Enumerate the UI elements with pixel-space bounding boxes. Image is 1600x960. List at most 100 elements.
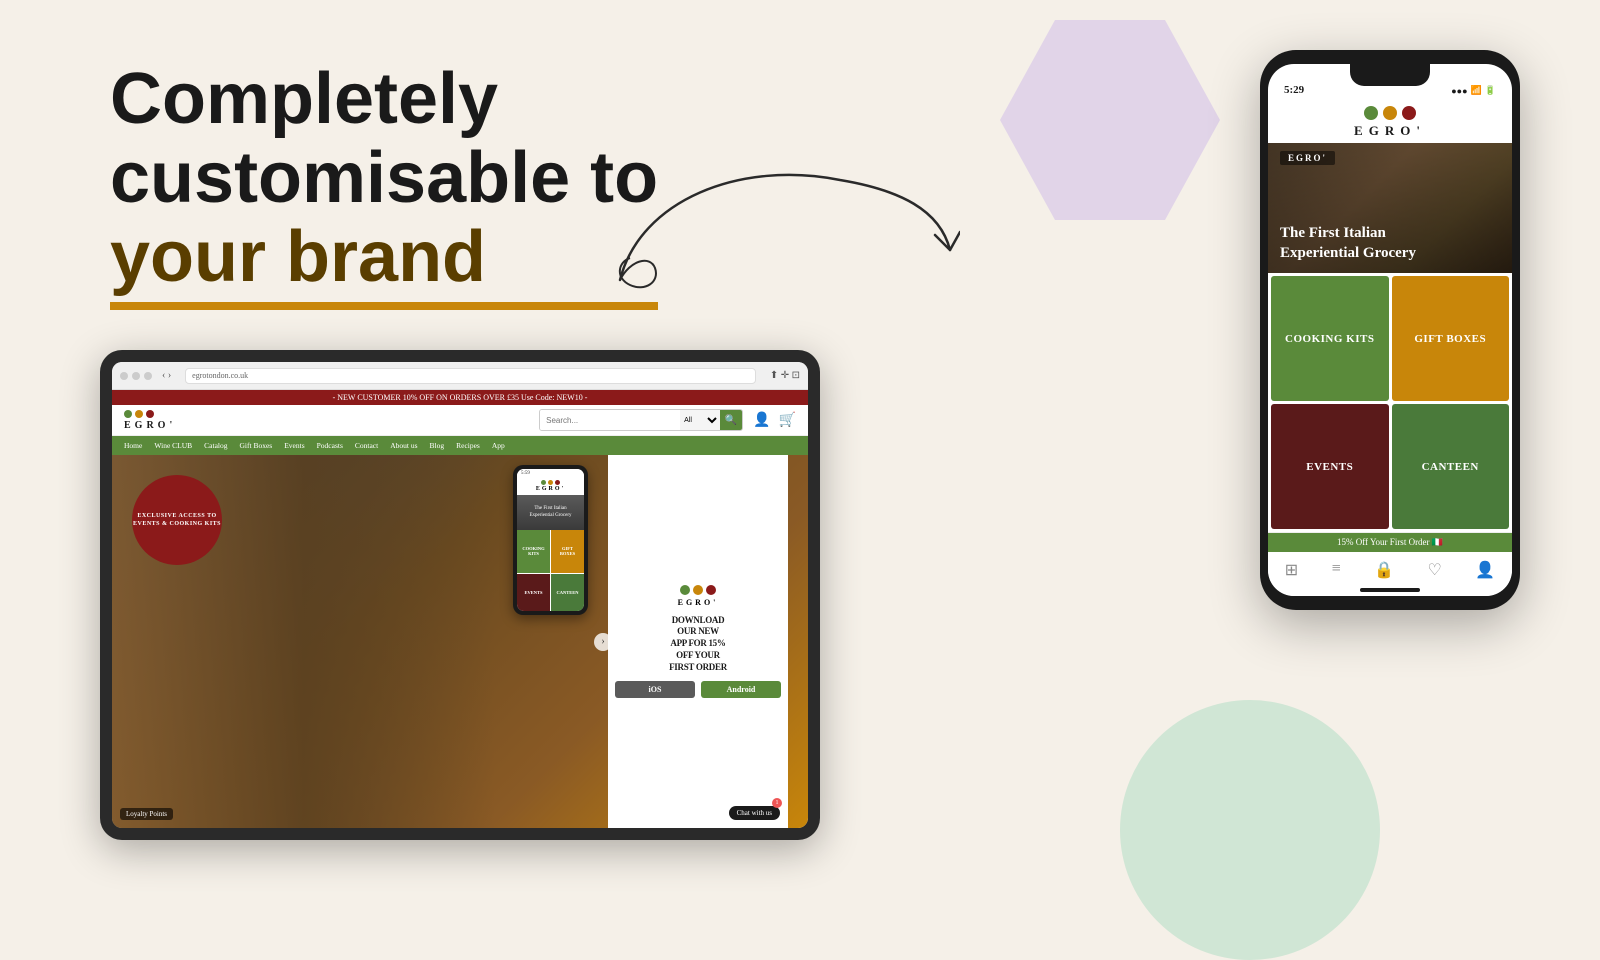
phone-hero-tagline: The First ItalianExperiential Grocery — [1268, 224, 1428, 273]
dl-dot-green — [680, 585, 690, 595]
signal-icon: ●●● — [1451, 86, 1467, 96]
cart-icon[interactable]: 🛒 — [779, 412, 796, 429]
phone-store-label-text: EGRO' — [1288, 153, 1327, 163]
nav-home[interactable]: Home — [124, 441, 142, 450]
browser-bar: ‹ › egrotondon.co.uk ⬆ ✛ ⊡ — [112, 362, 808, 390]
nav-icon-user[interactable]: 👤 — [1475, 560, 1495, 580]
phone-mini-grid: COOKINGKITS GIFTBOXES EVENTS CANTEEN — [517, 530, 584, 611]
decorative-green-circle — [1120, 700, 1380, 960]
phone-time: 5:29 — [1284, 84, 1304, 96]
nav-recipes[interactable]: Recipes — [456, 441, 480, 450]
heading-line1: Completely — [110, 60, 658, 139]
nav-catalog[interactable]: Catalog — [204, 441, 227, 450]
nav-blog[interactable]: Blog — [430, 441, 445, 450]
chat-notification-badge: 1 — [772, 798, 782, 808]
phone-bottom-navigation: ⊞ ≡ 🔒 ♡ 👤 — [1268, 552, 1512, 584]
phone-grid-canteen[interactable]: CANTEEN — [1392, 404, 1510, 529]
nav-podcasts[interactable]: Podcasts — [317, 441, 343, 450]
egro-brand-text: EGRO' — [124, 420, 176, 431]
browser-controls: ‹ › — [120, 370, 171, 381]
phone-mini-logo: EGRO' — [517, 477, 584, 495]
nav-events[interactable]: Events — [284, 441, 304, 450]
chat-button[interactable]: Chat with us — [729, 806, 780, 820]
nav-icon-grid[interactable]: ⊞ — [1285, 560, 1298, 580]
exclusive-badge: EXCLUSIVE ACCESS TO EVENTS & COOKING KIT… — [132, 475, 222, 565]
browser-dot-3 — [144, 372, 152, 380]
store-announcement: - NEW CUSTOMER 10% OFF ON ORDERS OVER £3… — [112, 390, 808, 405]
egro-logo-dots — [124, 410, 154, 418]
battery-icon: 🔋 — [1485, 85, 1496, 96]
phone-status-icons: ●●● 📶 🔋 — [1451, 85, 1496, 96]
mini-cell-events: EVENTS — [517, 574, 550, 612]
heading-area: Completely customisable to your brand — [110, 60, 658, 310]
logo-dot-green — [124, 410, 132, 418]
nav-icon-heart[interactable]: ♡ — [1428, 560, 1442, 580]
heading-line2: customisable to — [110, 139, 658, 218]
android-button[interactable]: Android — [701, 681, 781, 698]
mini-cell-cooking-kits: COOKINGKITS — [517, 530, 550, 573]
badge-text: EXCLUSIVE ACCESS TO EVENTS & COOKING KIT… — [132, 512, 222, 529]
search-bar[interactable]: All 🔍 — [539, 409, 743, 431]
phone-dot-yellow — [1383, 106, 1397, 120]
ios-button[interactable]: iOS — [615, 681, 695, 698]
nav-contact[interactable]: Contact — [355, 441, 378, 450]
logo-dot-yellow — [135, 410, 143, 418]
download-cta-text: DOWNLOADOUR NEWAPP FOR 15%OFF YOURFIRST … — [669, 615, 727, 673]
download-logo-dots — [678, 585, 719, 595]
egro-logo-tablet: EGRO' — [124, 410, 176, 431]
search-category-select[interactable]: All — [680, 410, 720, 430]
download-brand-name: EGRO' — [678, 598, 719, 607]
phone-home-indicator — [1360, 588, 1420, 592]
nav-app[interactable]: App — [492, 441, 505, 450]
phone-hero-banner: EGRO' The First ItalianExperiential Groc… — [1268, 143, 1512, 273]
user-cart-icons: 👤 🛒 — [753, 412, 796, 429]
browser-action-icons: ⬆ ✛ ⊡ — [770, 370, 800, 381]
phone-mini-status: 5:59 — [517, 469, 584, 477]
phone-screen: 5:29 ●●● 📶 🔋 EGRO' — [1268, 64, 1512, 596]
phone-category-grid: COOKING KITS GIFT BOXES EVENTS CANTEEN — [1268, 273, 1512, 532]
phone-dot-red — [1402, 106, 1416, 120]
store-buttons: iOS Android — [615, 681, 781, 698]
nav-gift-boxes[interactable]: Gift Boxes — [240, 441, 273, 450]
mini-cell-canteen: CANTEEN — [551, 574, 584, 612]
nav-about[interactable]: About us — [390, 441, 417, 450]
search-button[interactable]: 🔍 — [720, 410, 742, 430]
phone-dot-green — [1364, 106, 1378, 120]
nav-icon-lock[interactable]: 🔒 — [1374, 560, 1394, 580]
phone-mini-screen: 5:59 EGRO' The First ItalianExperiential… — [517, 469, 584, 611]
decorative-purple-shape — [1000, 20, 1220, 220]
tablet-mockup: ‹ › egrotondon.co.uk ⬆ ✛ ⊡ - NEW CUSTOME… — [100, 350, 820, 840]
phone-in-tablet: 5:59 EGRO' The First ItalianExperiential… — [513, 465, 588, 615]
phone-store-label-badge: EGRO' — [1280, 151, 1335, 165]
nav-icon-list[interactable]: ≡ — [1332, 560, 1341, 580]
tablet-frame: ‹ › egrotondon.co.uk ⬆ ✛ ⊡ - NEW CUSTOME… — [100, 350, 820, 840]
search-input[interactable] — [540, 410, 680, 430]
download-logo: EGRO' — [678, 585, 719, 607]
hero-area: EXCLUSIVE ACCESS TO EVENTS & COOKING KIT… — [112, 455, 808, 828]
heading-line3: your brand — [110, 218, 486, 297]
main-navigation: Home Wine CLUB Catalog Gift Boxes Events… — [112, 436, 808, 455]
mini-cell-gift-boxes: GIFTBOXES — [551, 530, 584, 573]
phone-grid-events[interactable]: EVENTS — [1271, 404, 1389, 529]
phone-notch — [1350, 64, 1430, 86]
browser-dot-1 — [120, 372, 128, 380]
user-icon[interactable]: 👤 — [753, 412, 770, 429]
phone-footer: 15% Off Your First Order 🇮🇹 ⊞ ≡ 🔒 ♡ 👤 — [1268, 532, 1512, 596]
wifi-icon: 📶 — [1471, 85, 1482, 96]
phone-mini-banner-text: The First ItalianExperiential Grocery — [529, 506, 571, 519]
loyalty-badge: Loyalty Points — [120, 808, 173, 820]
dl-dot-yellow — [693, 585, 703, 595]
phone-grid-cooking-kits[interactable]: COOKING KITS — [1271, 276, 1389, 401]
download-section: EGRO' DOWNLOADOUR NEWAPP FOR 15%OFF YOUR… — [608, 455, 788, 828]
arrow-decoration — [580, 120, 960, 300]
nav-wine-club[interactable]: Wine CLUB — [154, 441, 192, 450]
carousel-next-arrow[interactable]: › — [594, 633, 612, 651]
phone-offer-bar: 15% Off Your First Order 🇮🇹 — [1268, 533, 1512, 552]
browser-dot-2 — [132, 372, 140, 380]
logo-dot-red — [146, 410, 154, 418]
heading-underline — [110, 302, 658, 310]
dl-dot-red — [706, 585, 716, 595]
phone-logo-dots — [1268, 106, 1512, 120]
phone-grid-gift-boxes[interactable]: GIFT BOXES — [1392, 276, 1510, 401]
browser-url-bar: egrotondon.co.uk — [185, 368, 756, 384]
